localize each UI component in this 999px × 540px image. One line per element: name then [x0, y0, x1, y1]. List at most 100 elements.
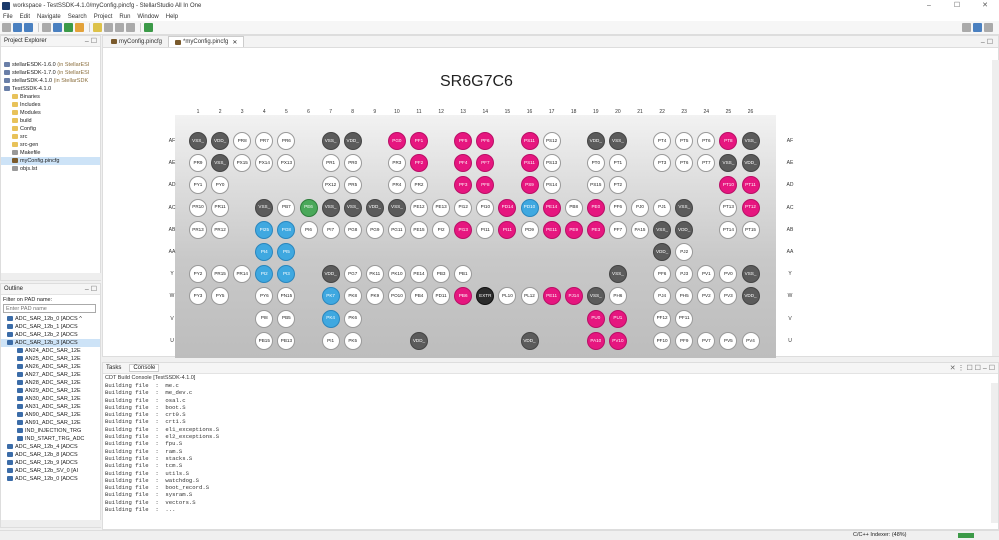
console-vertical-scrollbar[interactable] — [991, 383, 998, 523]
pin-ab11[interactable]: PE15 — [410, 220, 428, 239]
pin-u11[interactable]: VDD_ — [410, 331, 428, 350]
pin-y20[interactable]: VSS_ — [608, 265, 627, 284]
pin-u20[interactable]: PV10 — [608, 331, 627, 350]
outline-item[interactable]: ADC_SAR_12b_4 [ADCS — [1, 443, 100, 451]
pin-af8[interactable]: VDD_ — [343, 132, 362, 150]
tree-item[interactable]: stellarSDK-4.1.0 (in StellarSDK — [1, 77, 100, 85]
minimize-button[interactable]: – — [915, 0, 943, 12]
pin-ab10[interactable]: PG11 — [387, 220, 406, 239]
menu-window[interactable]: Window — [137, 14, 158, 20]
pin-ad17[interactable]: PS14 — [542, 176, 561, 195]
pin-u16[interactable]: VDD_ — [520, 331, 539, 350]
outline-item[interactable]: AN90_ADC_SAR_12E — [1, 411, 100, 419]
outline-item[interactable]: AN24_ADC_SAR_12E — [1, 347, 100, 355]
pin-ad16[interactable]: PS9 — [520, 176, 539, 195]
pin-v8[interactable]: PK6 — [343, 309, 362, 328]
pin-ab21[interactable]: PA15 — [631, 220, 649, 239]
outline-item[interactable]: ADC_SAR_12b_1 [ADCS — [1, 323, 100, 331]
pin-v5[interactable]: PB5 — [277, 309, 296, 328]
pin-ab14[interactable]: PI11 — [476, 220, 495, 239]
pin-ac12[interactable]: PE13 — [432, 198, 451, 217]
pin-u8[interactable]: PK5 — [343, 331, 362, 350]
pin-ae20[interactable]: PT1 — [608, 154, 627, 173]
open-perspective-icon[interactable] — [144, 23, 153, 32]
tree-item[interactable]: TestSSDK-4.1.0 — [1, 85, 100, 93]
pin-u26[interactable]: PV4 — [741, 331, 760, 350]
new-icon[interactable] — [2, 23, 11, 32]
horizontal-scrollbar[interactable] — [1, 520, 101, 527]
pin-ab26[interactable]: PT15 — [741, 220, 760, 239]
outline-item[interactable]: ADC_SAR_12b_SV_0 [AI — [1, 467, 100, 475]
search-icon[interactable] — [93, 23, 102, 32]
pin-ac15[interactable]: PD14 — [498, 198, 517, 217]
pin-ac6[interactable]: PE6 — [299, 198, 318, 217]
forward-icon[interactable] — [126, 23, 135, 32]
tree-item[interactable]: Modules — [1, 109, 100, 117]
pin-ac23[interactable]: VSS_ — [675, 198, 694, 217]
outline-item[interactable]: AN30_ADC_SAR_12E — [1, 395, 100, 403]
tree-item[interactable]: src-gen — [1, 141, 100, 149]
menu-navigate[interactable]: Navigate — [37, 14, 61, 20]
pin-af16[interactable]: PS11 — [520, 132, 539, 150]
pin-ab1[interactable]: PR13 — [189, 220, 207, 239]
tab-tasks[interactable]: Tasks — [106, 365, 121, 371]
tree-item[interactable]: Makefile — [1, 149, 100, 157]
pin-y10[interactable]: PK10 — [387, 265, 406, 284]
save-icon[interactable] — [13, 23, 22, 32]
perspective-icon[interactable] — [973, 23, 982, 32]
pin-ab16[interactable]: PD9 — [520, 220, 539, 239]
debug-icon[interactable] — [53, 23, 62, 32]
external-tools-icon[interactable] — [75, 23, 84, 32]
pin-ac9[interactable]: VDD_ — [365, 198, 384, 217]
tree-item[interactable]: Config — [1, 125, 100, 133]
pin-ac2[interactable]: PR11 — [211, 198, 230, 217]
outline-item[interactable]: AN91_ADC_SAR_12E — [1, 419, 100, 427]
pin-v7[interactable]: PK4 — [321, 309, 340, 328]
pin-y7[interactable]: VDD_ — [321, 265, 340, 284]
pin-ab20[interactable]: PF7 — [608, 220, 627, 239]
outline-item[interactable]: ADC_SAR_12b_9 [ADCS — [1, 459, 100, 467]
pin-ac17[interactable]: PE14 — [542, 198, 561, 217]
pin-y26[interactable]: VSS_ — [741, 265, 760, 284]
console-toolbar[interactable]: ✕ ⋮ ☐ ☐ – ☐ — [950, 364, 995, 372]
pin-aa22[interactable]: VDD_ — [653, 243, 672, 261]
pin-ac13[interactable]: PI12 — [454, 198, 473, 217]
pin-ae26[interactable]: VDD_ — [741, 154, 760, 173]
view-menu-icon[interactable]: – ☐ — [85, 285, 97, 293]
perspective-icon-2[interactable] — [984, 23, 993, 32]
pin-ab6[interactable]: PI6 — [299, 220, 318, 239]
pin-ab7[interactable]: PI7 — [321, 220, 340, 239]
pin-ac18[interactable]: PB8 — [564, 198, 583, 217]
outline-item[interactable]: ADC_SAR_12b_2 [ADCS — [1, 331, 100, 339]
pin-af2[interactable]: VDD_ — [211, 132, 230, 150]
pin-ac20[interactable]: PF6 — [608, 198, 627, 217]
pin-af22[interactable]: PT4 — [653, 132, 672, 150]
pin-af1[interactable]: VSS_ — [189, 132, 207, 150]
outline-item[interactable]: AN31_ADC_SAR_12E — [1, 403, 100, 411]
pin-ac19[interactable]: PE0 — [586, 198, 605, 217]
outline-item[interactable]: ADC_SAR_12b_0 [ADCS — [1, 475, 100, 483]
pin-ab18[interactable]: PE9 — [564, 220, 583, 239]
pin-ab13[interactable]: PI13 — [454, 220, 473, 239]
horizontal-scrollbar[interactable] — [1, 273, 101, 280]
pin-ac21[interactable]: PJ0 — [631, 198, 649, 217]
tree-item[interactable]: objs.lst — [1, 165, 100, 173]
quick-search-icon[interactable] — [962, 23, 971, 32]
pin-af7[interactable]: VSS_ — [321, 132, 340, 150]
pin-af11[interactable]: PF1 — [410, 132, 428, 150]
back-icon[interactable] — [115, 23, 124, 32]
pin-ab9[interactable]: PG9 — [365, 220, 384, 239]
menu-project[interactable]: Project — [94, 14, 113, 20]
maximize-button[interactable]: ☐ — [943, 0, 971, 12]
pin-ab22[interactable]: VSS_ — [653, 220, 672, 239]
pin-v23[interactable]: PF11 — [675, 309, 694, 328]
tab-console[interactable]: Console — [129, 364, 160, 372]
pin-ab23[interactable]: VDD_ — [675, 220, 694, 239]
pin-u7[interactable]: PI1 — [321, 331, 340, 350]
pin-af17[interactable]: PS12 — [542, 132, 561, 150]
pin-ac7[interactable]: VSS_ — [321, 198, 340, 217]
tree-item[interactable]: build — [1, 117, 100, 125]
close-button[interactable]: ✕ — [971, 0, 999, 12]
tab-myconfig-modified[interactable]: *myConfig.pincfg ✕ — [168, 36, 245, 47]
pin-ac11[interactable]: PE12 — [410, 198, 428, 217]
